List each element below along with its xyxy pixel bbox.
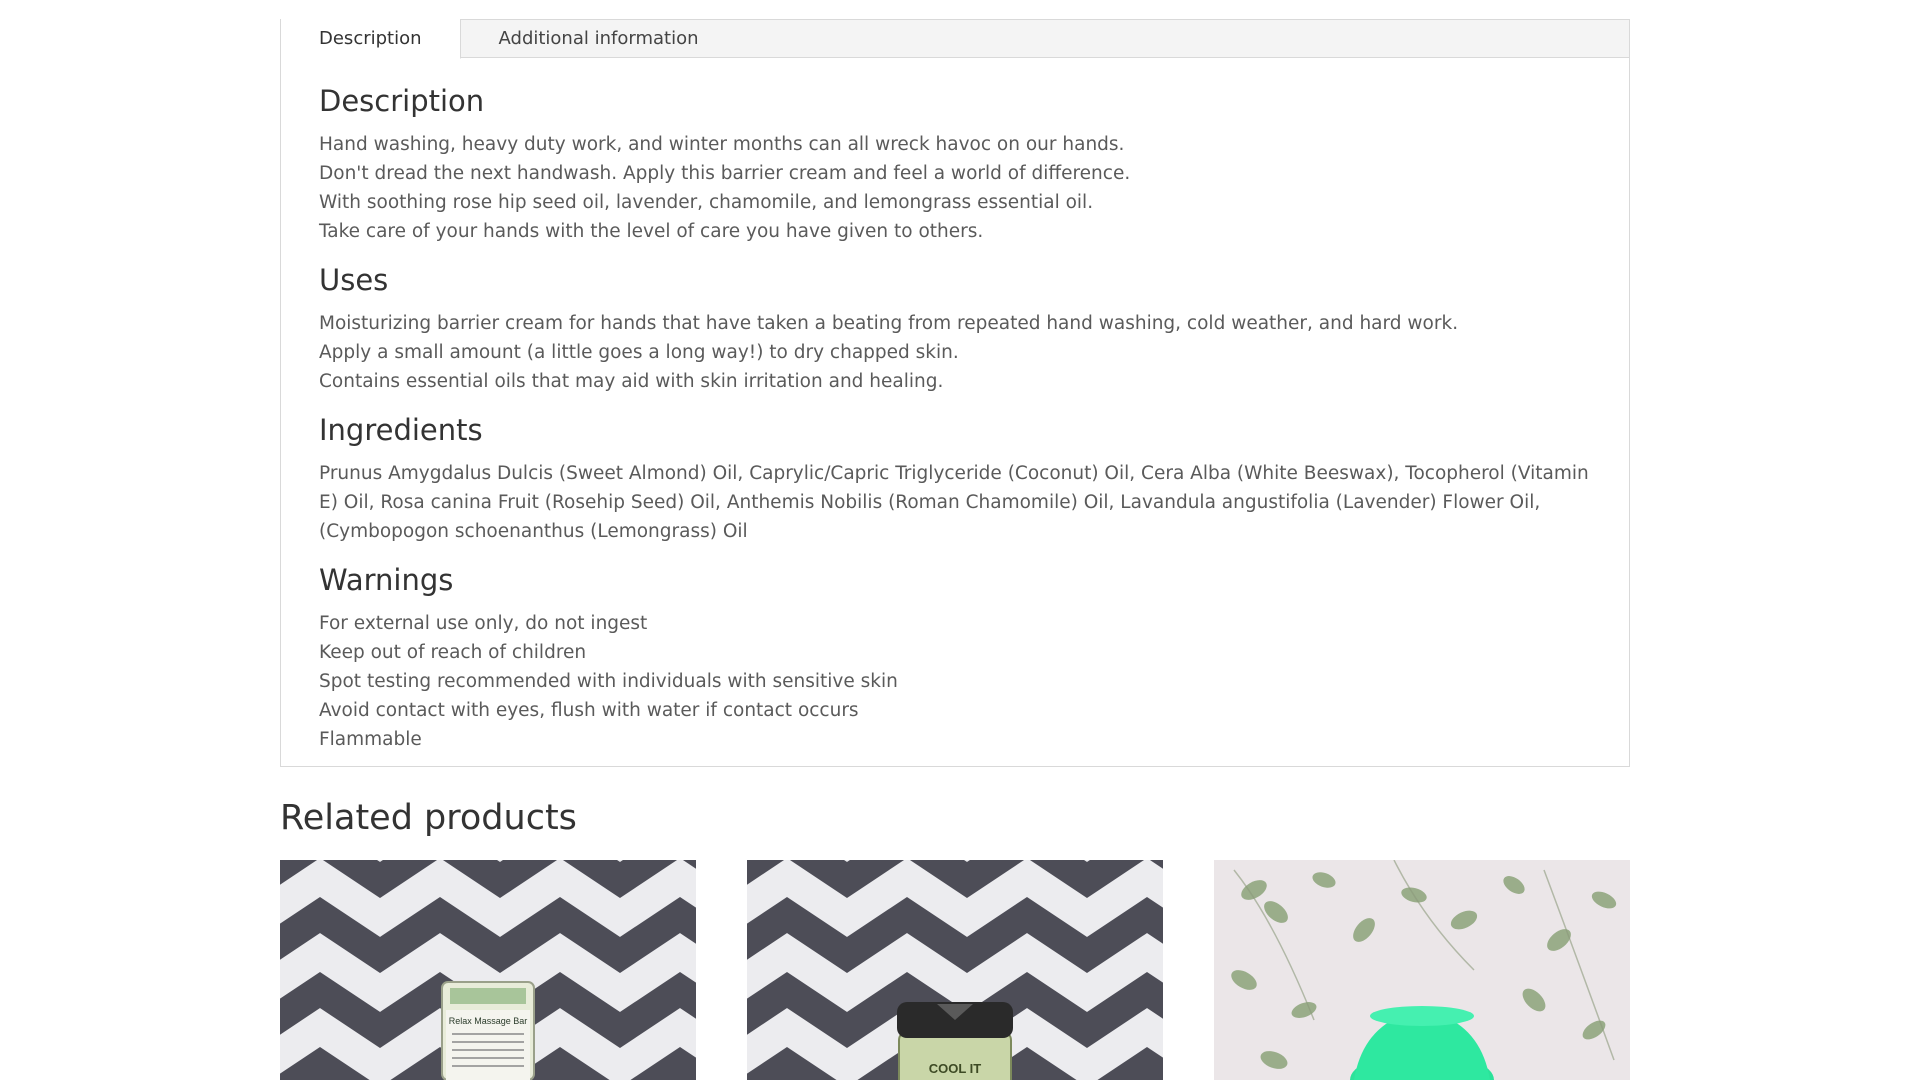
product-image-green-soap[interactable]: [1214, 860, 1630, 1080]
uses-line: Contains essential oils that may aid wit…: [319, 371, 944, 392]
product-tabs: Description Additional information Descr…: [280, 19, 1630, 767]
description-section: Description Hand washing, heavy duty wor…: [319, 84, 1591, 246]
related-products-title: Related products: [280, 798, 577, 838]
warning-line: Keep out of reach of children: [319, 642, 587, 663]
related-product-card[interactable]: [1214, 860, 1630, 1080]
ingredients-text: Prunus Amygdalus Dulcis (Sweet Almond) O…: [319, 463, 1589, 542]
description-line: Don't dread the next handwash. Apply thi…: [319, 163, 1131, 184]
ingredients-section: Ingredients Prunus Amygdalus Dulcis (Swe…: [319, 413, 1591, 546]
uses-section: Uses Moisturizing barrier cream for hand…: [319, 263, 1591, 396]
product-label-text: COOL IT: [929, 1061, 982, 1076]
warning-line: For external use only, do not ingest: [319, 613, 648, 634]
related-products-grid: Relax Massage Bar COOL IT: [280, 860, 1630, 1080]
ingredients-heading: Ingredients: [319, 413, 483, 447]
description-line: With soothing rose hip seed oil, lavende…: [319, 192, 1094, 213]
tab-bar: Description Additional information: [280, 19, 1630, 59]
warnings-heading: Warnings: [319, 563, 454, 597]
product-label-text: Relax Massage Bar: [449, 1016, 528, 1026]
description-line: Hand washing, heavy duty work, and winte…: [319, 134, 1125, 155]
warning-line: Spot testing recommended with individual…: [319, 671, 898, 692]
tab-description[interactable]: Description: [281, 19, 461, 59]
warning-line: Avoid contact with eyes, flush with wate…: [319, 700, 859, 721]
product-image-cool-it-jar[interactable]: COOL IT: [747, 860, 1163, 1080]
description-line: Take care of your hands with the level o…: [319, 221, 984, 242]
description-heading: Description: [319, 84, 485, 118]
uses-line: Moisturizing barrier cream for hands tha…: [319, 313, 1459, 334]
related-product-card[interactable]: COOL IT: [747, 860, 1163, 1080]
warnings-section: Warnings For external use only, do not i…: [319, 563, 1591, 754]
product-image-massage-bar[interactable]: Relax Massage Bar: [280, 860, 696, 1080]
warning-line: Flammable: [319, 729, 422, 750]
uses-line: Apply a small amount (a little goes a lo…: [319, 342, 959, 363]
tab-additional-information[interactable]: Additional information: [461, 19, 737, 58]
related-product-card[interactable]: Relax Massage Bar: [280, 860, 696, 1080]
product-page: Description Additional information Descr…: [0, 0, 1920, 1080]
description-panel: Description Hand washing, heavy duty wor…: [280, 58, 1630, 767]
uses-heading: Uses: [319, 263, 389, 297]
